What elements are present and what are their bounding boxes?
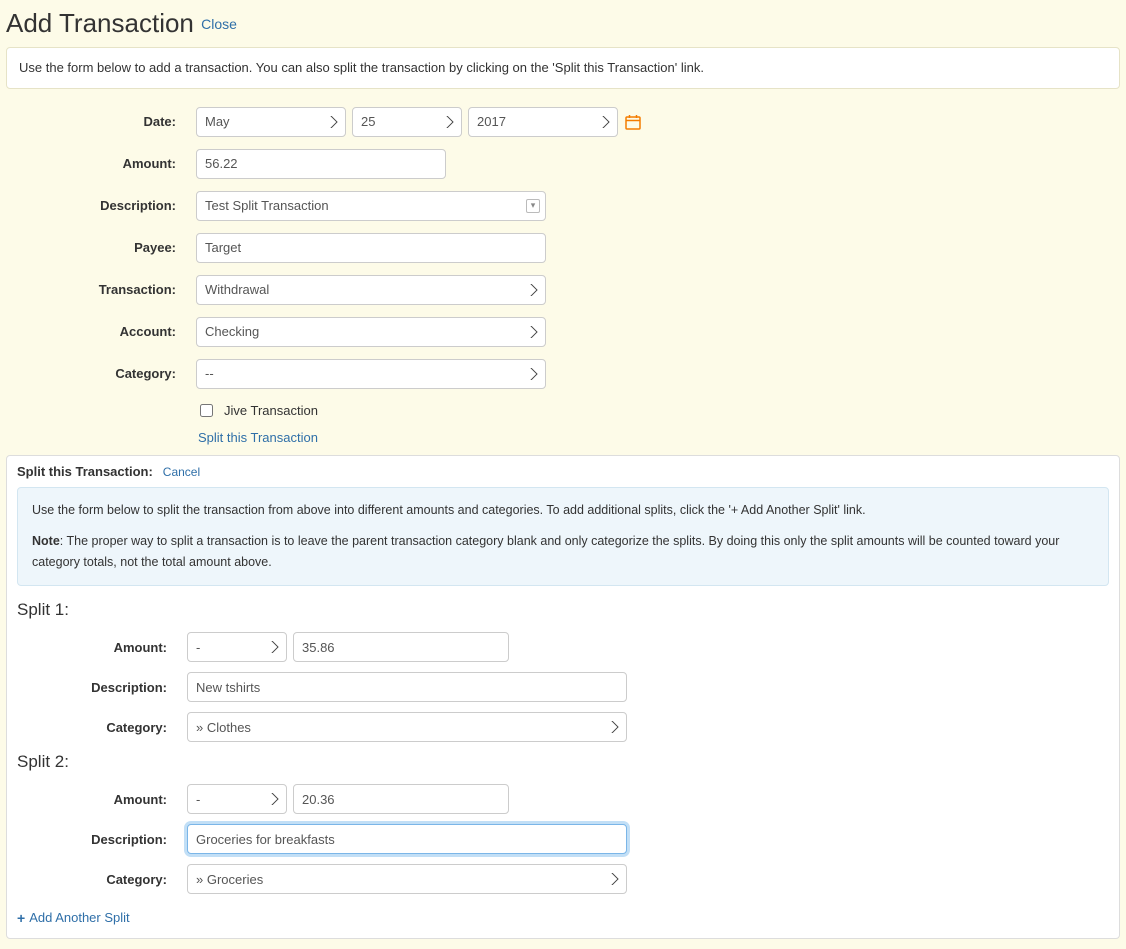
- split-2-amount-label: Amount:: [17, 792, 187, 807]
- add-another-split-link[interactable]: + Add Another Split: [17, 910, 130, 925]
- day-select[interactable]: 25: [352, 107, 462, 137]
- year-select[interactable]: 2017: [468, 107, 618, 137]
- jive-label: Jive Transaction: [224, 403, 318, 418]
- split-note-bold: Note: [32, 534, 60, 548]
- split-note-line2: : The proper way to split a transaction …: [32, 534, 1059, 569]
- amount-input[interactable]: [196, 149, 446, 179]
- add-another-split-text: Add Another Split: [29, 910, 129, 925]
- split-note: Use the form below to split the transact…: [17, 487, 1109, 587]
- amount-label: Amount:: [6, 156, 196, 171]
- split-transaction-link[interactable]: Split this Transaction: [198, 430, 318, 445]
- page-title: Add Transaction Close: [6, 8, 1120, 39]
- calendar-icon[interactable]: [624, 113, 642, 131]
- transaction-label: Transaction:: [6, 282, 196, 297]
- split-header: Split this Transaction:: [17, 464, 153, 479]
- account-select[interactable]: Checking: [196, 317, 546, 347]
- split-2-category-label: Category:: [17, 872, 187, 887]
- split-section: Split this Transaction: Cancel Use the f…: [6, 455, 1120, 939]
- cancel-link[interactable]: Cancel: [163, 465, 200, 479]
- month-select[interactable]: May: [196, 107, 346, 137]
- transaction-select[interactable]: Withdrawal: [196, 275, 546, 305]
- plus-icon: +: [17, 911, 25, 925]
- account-label: Account:: [6, 324, 196, 339]
- payee-label: Payee:: [6, 240, 196, 255]
- split-2-title: Split 2:: [17, 752, 1109, 772]
- description-input[interactable]: [196, 191, 546, 221]
- info-box: Use the form below to add a transaction.…: [6, 47, 1120, 89]
- split-1-sign-select[interactable]: -: [187, 632, 287, 662]
- split-2-description-label: Description:: [17, 832, 187, 847]
- split-1-amount-input[interactable]: [293, 632, 509, 662]
- date-label: Date:: [6, 114, 196, 129]
- jive-checkbox[interactable]: [200, 404, 213, 417]
- split-note-line1: Use the form below to split the transact…: [32, 500, 1094, 521]
- split-1-category-label: Category:: [17, 720, 187, 735]
- description-label: Description:: [6, 198, 196, 213]
- category-select[interactable]: --: [196, 359, 546, 389]
- split-2-amount-input[interactable]: [293, 784, 509, 814]
- split-2-sign-select[interactable]: -: [187, 784, 287, 814]
- close-link[interactable]: Close: [201, 16, 237, 32]
- title-text: Add Transaction: [6, 8, 194, 38]
- split-2-category-select[interactable]: » Groceries: [187, 864, 627, 894]
- category-label: Category:: [6, 366, 196, 381]
- split-1-description-input[interactable]: [187, 672, 627, 702]
- split-1-amount-label: Amount:: [17, 640, 187, 655]
- split-1-title: Split 1:: [17, 600, 1109, 620]
- split-1-category-select[interactable]: » Clothes: [187, 712, 627, 742]
- payee-input[interactable]: [196, 233, 546, 263]
- split-1-description-label: Description:: [17, 680, 187, 695]
- split-2-description-input[interactable]: [187, 824, 627, 854]
